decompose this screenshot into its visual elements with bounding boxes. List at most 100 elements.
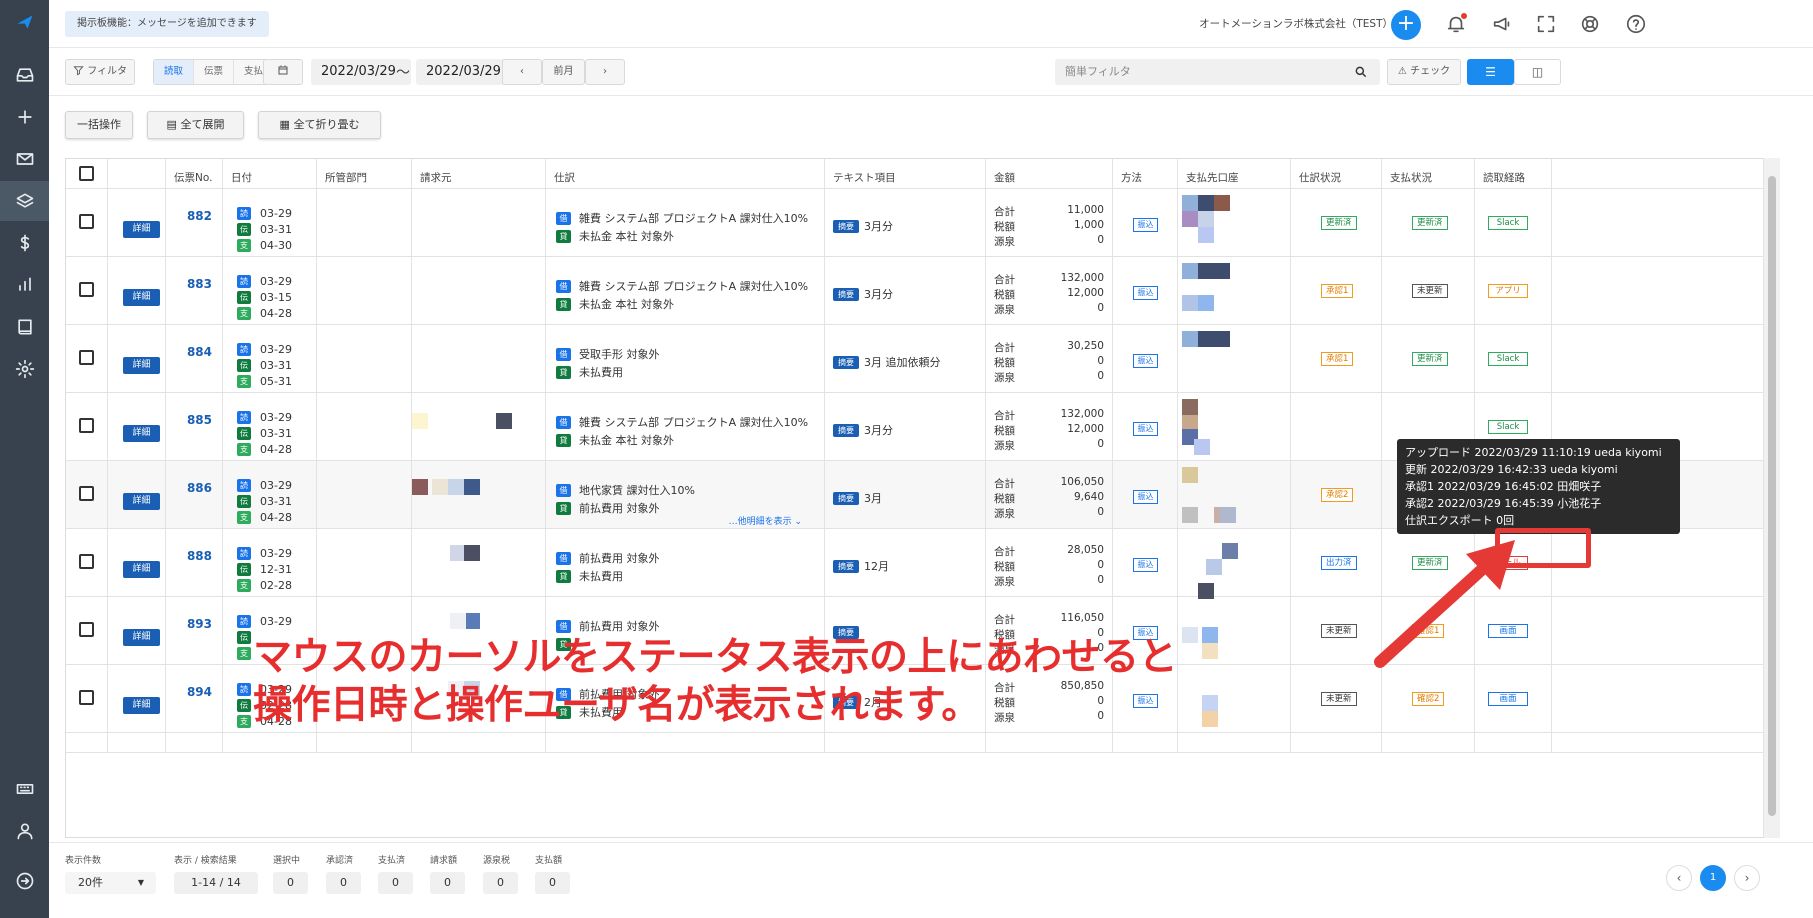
header-vendor[interactable]: 請求元	[420, 172, 452, 184]
header-amount[interactable]: 金額	[994, 172, 1015, 184]
header-no[interactable]: 伝票No.	[174, 172, 212, 184]
quick-filter-input[interactable]: 簡単フィルタ	[1055, 59, 1380, 85]
header-route[interactable]: 読取経路	[1483, 172, 1525, 184]
header-method[interactable]: 方法	[1121, 172, 1142, 184]
header-date[interactable]: 日付	[231, 172, 252, 184]
detail-button[interactable]: 詳細	[123, 221, 160, 238]
table-row[interactable]: 詳細 882 読 03-29 伝 03-31 支 04-30 借雑費 システム部 プロジェクトA…	[66, 189, 1763, 257]
dollar-icon[interactable]	[0, 223, 49, 263]
table-scrollbar[interactable]	[1763, 158, 1780, 838]
row-checkbox[interactable]	[79, 214, 94, 229]
bulk-operation-button[interactable]: 一括操作	[65, 111, 133, 139]
user-icon[interactable]	[0, 811, 49, 851]
megaphone-icon[interactable]	[1491, 13, 1513, 35]
voucher-number[interactable]: 884	[187, 345, 212, 359]
plus-icon[interactable]	[0, 97, 49, 137]
pay-status-badge[interactable]: 確認2	[1412, 692, 1445, 706]
show-more-link[interactable]: …他明細を表示 ⌄	[729, 514, 802, 527]
row-checkbox[interactable]	[79, 350, 94, 365]
header-account[interactable]: 支払先口座	[1186, 172, 1239, 184]
journal-status-badge[interactable]: 未更新	[1321, 624, 1357, 638]
page-prev-button[interactable]: ‹	[1666, 865, 1692, 891]
header-pay-status[interactable]: 支払状況	[1390, 172, 1432, 184]
collapse-all-button[interactable]: ▦ 全て折り畳む	[258, 111, 381, 139]
table-row[interactable]: 詳細 884 読 03-29 伝 03-31 支 05-31 借受取手形 対象外貸未払費用 摘要 3…	[66, 325, 1763, 393]
journal-status-badge[interactable]: 承認1	[1321, 284, 1354, 298]
check-button[interactable]: ⚠ チェック	[1387, 59, 1461, 85]
segment-read[interactable]: 読取	[154, 60, 195, 84]
header-dept[interactable]: 所管部門	[325, 172, 367, 184]
logo-icon[interactable]	[0, 2, 49, 42]
vendor-mosaic	[450, 613, 466, 629]
header-journal-status[interactable]: 仕訳状況	[1299, 172, 1341, 184]
voucher-number[interactable]: 893	[187, 617, 212, 631]
journal-status-badge[interactable]: 未更新	[1321, 692, 1357, 706]
prev-month-button[interactable]: 前月	[542, 59, 585, 85]
header-text[interactable]: テキスト項目	[833, 172, 896, 184]
row-checkbox[interactable]	[79, 622, 94, 637]
date-value: 03-31	[260, 222, 292, 236]
keyboard-icon[interactable]	[0, 769, 49, 809]
header-journal[interactable]: 仕訳	[554, 172, 575, 184]
bell-icon[interactable]	[1445, 13, 1467, 35]
inbox-icon[interactable]	[0, 55, 49, 95]
add-button[interactable]: +	[1391, 10, 1421, 40]
logout-icon[interactable]	[0, 861, 49, 901]
expand-all-button[interactable]: ▤ 全て展開	[147, 111, 244, 139]
voucher-number[interactable]: 894	[187, 685, 212, 699]
settings-icon[interactable]	[0, 349, 49, 389]
detail-button[interactable]: 詳細	[123, 289, 160, 306]
pay-status-badge[interactable]: 更新済	[1412, 352, 1448, 366]
mail-check-icon[interactable]	[0, 139, 49, 179]
chart-icon[interactable]	[0, 265, 49, 305]
row-checkbox[interactable]	[79, 554, 94, 569]
book-icon[interactable]	[0, 307, 49, 347]
split-view-toggle[interactable]: ◫	[1514, 59, 1561, 85]
fullscreen-icon[interactable]	[1535, 13, 1557, 35]
row-checkbox[interactable]	[79, 418, 94, 433]
voucher-number[interactable]: 882	[187, 209, 212, 223]
row-checkbox[interactable]	[79, 690, 94, 705]
voucher-number[interactable]: 886	[187, 481, 212, 495]
prev-button[interactable]: ‹	[502, 59, 542, 85]
sidebar	[0, 0, 49, 918]
journal-status-badge[interactable]: 承認2	[1321, 488, 1354, 502]
header-journal-cell: 仕訳	[546, 159, 825, 188]
voucher-number[interactable]: 883	[187, 277, 212, 291]
help-icon[interactable]	[1625, 13, 1647, 35]
detail-button[interactable]: 詳細	[123, 629, 160, 646]
voucher-number[interactable]: 885	[187, 413, 212, 427]
table-row[interactable]: 詳細 883 読 03-29 伝 03-15 支 04-28 借雑費 システム部 プロジェクトA…	[66, 257, 1763, 325]
row-checkbox[interactable]	[79, 282, 94, 297]
list-view-toggle[interactable]: ☰	[1467, 59, 1514, 85]
detail-button[interactable]: 詳細	[123, 425, 160, 442]
detail-button[interactable]: 詳細	[123, 561, 160, 578]
scrollbar-thumb[interactable]	[1768, 176, 1776, 816]
filter-button[interactable]: フィルタ	[65, 59, 135, 85]
date-to[interactable]: 2022/03/29	[416, 59, 516, 85]
page-current-button[interactable]: 1	[1700, 865, 1726, 891]
pay-status-badge[interactable]: 更新済	[1412, 216, 1448, 230]
search-icon[interactable]	[1354, 65, 1368, 79]
journal-status-badge[interactable]: 出力済	[1321, 556, 1357, 570]
detail-button[interactable]: 詳細	[123, 493, 160, 510]
layers-icon[interactable]	[0, 181, 49, 221]
select-all-checkbox[interactable]	[79, 166, 94, 181]
amount-withholding: 0	[1097, 370, 1104, 382]
page-next-button[interactable]: ›	[1734, 865, 1760, 891]
page-size-select[interactable]: 20件 ▼	[65, 872, 156, 894]
support-icon[interactable]	[1579, 13, 1601, 35]
row-checkbox[interactable]	[79, 486, 94, 501]
pay-status-badge[interactable]: 未更新	[1412, 284, 1448, 298]
filter-label: フィルタ	[87, 66, 127, 77]
next-button[interactable]: ›	[585, 59, 625, 85]
journal-status-badge[interactable]: 更新済	[1321, 216, 1357, 230]
segment-voucher[interactable]: 伝票	[194, 60, 235, 84]
voucher-number[interactable]: 888	[187, 549, 212, 563]
journal-status-badge[interactable]: 承認1	[1321, 352, 1354, 366]
notice-board[interactable]: 掲示板機能：メッセージを追加できます	[65, 11, 269, 37]
date-tag: 伝	[237, 562, 251, 576]
detail-button[interactable]: 詳細	[123, 697, 160, 714]
calendar-button[interactable]	[263, 59, 303, 85]
detail-button[interactable]: 詳細	[123, 357, 160, 374]
